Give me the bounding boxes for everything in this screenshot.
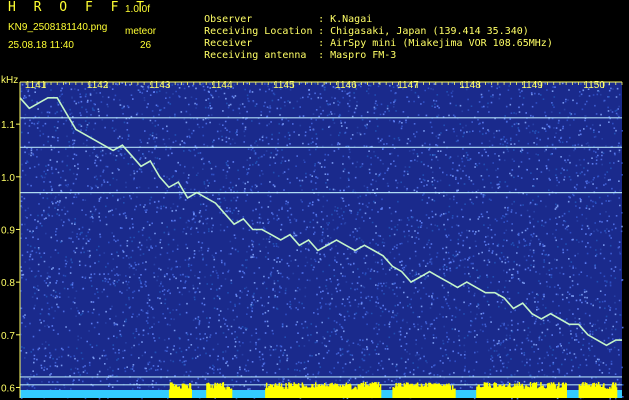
y-tick-label: 0.7 [1,331,15,342]
info-value: Maspro FM-3 [330,50,397,61]
spectrogram-plot: 0.6 0.7 0.8 0.9 1.0 1.1 kHz 1141 1142 1143 1144 114… [0,72,629,400]
y-tick-label: 1.1 [1,120,15,131]
x-tick-label: 1147 [397,80,419,91]
x-tick-label: 1148 [459,80,481,91]
y-tick-label: 1.0 [1,173,15,184]
x-tick-label: 1142 [87,80,109,91]
x-tick-label: 1145 [273,80,295,91]
info-row-antenna: Receiving antenna: Maspro FM-3 [204,50,397,61]
y-tick-label: 0.9 [1,225,15,236]
file-datetime: 25.08.18 11:40 [8,40,74,51]
x-tick-label: 1150 [583,80,605,91]
meteor-label: meteor [125,26,157,37]
info-label: Receiving antenna [204,50,307,61]
x-tick-label: 1146 [335,80,357,91]
file-name: KN9_2508181140.png [8,22,108,33]
y-tick-label: 0.8 [1,278,15,289]
meteor-count: 26 [140,40,152,51]
x-tick-label: 1144 [211,80,233,91]
spectrogram-svg: 0.6 0.7 0.8 0.9 1.0 1.1 kHz 1141 1142 1143 1144 114… [1,75,624,400]
x-tick-label: 1149 [521,80,543,91]
x-tick-label: 1141 [25,80,47,91]
y-tick-label: 0.6 [1,383,15,394]
x-tick-label: 1143 [149,80,171,91]
y-unit-label: kHz [1,75,18,86]
app-version: 1.0.0f [125,4,151,15]
header-panel: H R O F F T 1.0.0f KN9_2508181140.png 25… [0,0,629,72]
